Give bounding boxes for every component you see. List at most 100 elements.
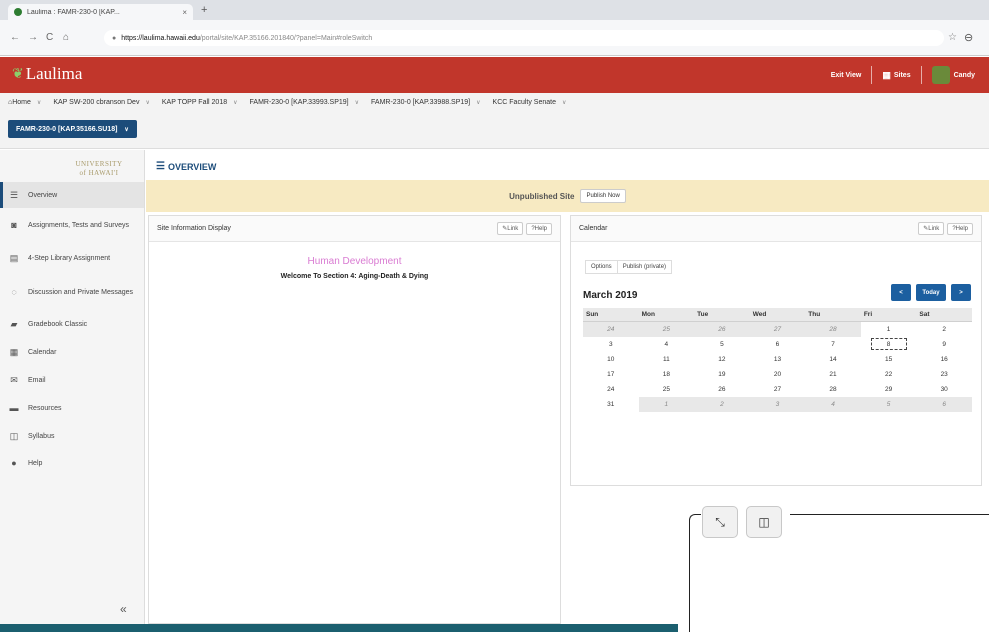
sidebar-item-assignments[interactable]: ◙ Assignments, Tests and Surveys	[0, 208, 144, 242]
site-tab[interactable]: KAP TOPP Fall 2018 ∨	[162, 99, 238, 106]
next-month-button[interactable]: >	[951, 284, 971, 301]
publish-now-button[interactable]: Publish Now	[580, 189, 626, 203]
browser-tab[interactable]: Laulima : FAMR-230-0 [KAP... ×	[8, 4, 193, 20]
calendar-week-row: 10 11 12 13 14 15 16	[583, 352, 972, 367]
calendar-day[interactable]: 11	[639, 352, 695, 367]
collapse-sidebar-button[interactable]: «	[120, 602, 127, 616]
calendar-day[interactable]: 10	[583, 352, 639, 367]
url-input[interactable]: ● https://laulima.hawaii.edu /portal/sit…	[104, 30, 944, 46]
calendar-day[interactable]: 14	[805, 352, 861, 367]
site-tab[interactable]: FAMR-230-0 [KAP.33993.SP19] ∨	[250, 99, 360, 106]
calendar-icon: ▦	[9, 346, 19, 357]
site-navigation: ⌂ Home ∨ KAP SW-200 cbranson Dev ∨ KAP TOPP…	[0, 93, 989, 149]
site-tab[interactable]: FAMR-230-0 [KAP.33988.SP19] ∨	[371, 99, 481, 106]
tab-options[interactable]: Options	[585, 260, 618, 274]
chevron-down-icon[interactable]: ∨	[562, 99, 566, 106]
calendar-day[interactable]: 9	[916, 337, 972, 352]
calendar-day[interactable]: 28	[805, 382, 861, 397]
tab-close-icon[interactable]: ×	[182, 8, 187, 17]
calendar-day[interactable]: 3	[583, 337, 639, 352]
avatar[interactable]	[931, 66, 950, 84]
chevron-down-icon[interactable]: ∨	[37, 99, 41, 106]
calendar-day[interactable]: 5	[694, 337, 750, 352]
calendar-day[interactable]: 27	[749, 321, 806, 337]
calendar-day[interactable]: 21	[805, 367, 861, 382]
calendar-day[interactable]: 25	[639, 382, 695, 397]
calendar-day[interactable]: 6	[750, 337, 806, 352]
chevron-down-icon[interactable]: ∨	[124, 126, 128, 133]
prev-month-button[interactable]: <	[891, 284, 911, 301]
help-button[interactable]: ?Help	[526, 222, 552, 235]
calendar-day-today[interactable]: 8	[861, 337, 917, 352]
new-tab-button[interactable]: +	[201, 4, 207, 16]
calendar-day[interactable]: 16	[916, 352, 972, 367]
site-tab[interactable]: KAP SW-200 cbranson Dev ∨	[53, 99, 150, 106]
sidebar-item-syllabus[interactable]: ◫ Syllabus	[0, 422, 144, 450]
chevron-down-icon[interactable]: ∨	[476, 99, 480, 106]
minimize-button[interactable]: ⤡	[702, 506, 738, 538]
calendar-day[interactable]: 17	[583, 367, 639, 382]
current-site-tab[interactable]: FAMR-230-0 [KAP.35166.SU18] ∨	[8, 120, 137, 138]
calendar-day[interactable]: 13	[750, 352, 806, 367]
calendar-day[interactable]: 31	[583, 397, 639, 412]
calendar-day[interactable]: 25	[638, 321, 695, 337]
calendar-day[interactable]: 4	[805, 396, 861, 412]
back-icon[interactable]: ←	[10, 32, 20, 43]
sidebar-item-library[interactable]: ▤ 4-Step Library Assignment	[0, 242, 144, 274]
sites-button[interactable]: Sites	[894, 72, 911, 79]
sidebar-item-calendar[interactable]: ▦ Calendar	[0, 338, 144, 366]
calendar-day[interactable]: 28	[805, 321, 861, 337]
sidebar-item-email[interactable]: ✉ Email	[0, 366, 144, 394]
calendar-day[interactable]: 26	[694, 321, 750, 337]
calendar-day[interactable]: 4	[639, 337, 695, 352]
sidebar-item-help[interactable]: ● Help	[0, 450, 144, 476]
split-view-button[interactable]: ◫	[746, 506, 782, 538]
today-button[interactable]: Today	[916, 284, 946, 301]
calendar-day[interactable]: 1	[638, 396, 695, 412]
reload-icon[interactable]: C	[46, 32, 53, 43]
user-name[interactable]: Candy	[954, 72, 975, 79]
calendar-day[interactable]: 3	[749, 396, 806, 412]
forward-icon[interactable]: →	[28, 32, 38, 43]
calendar-day[interactable]: 22	[861, 367, 917, 382]
profile-icon[interactable]: ⊖	[964, 31, 973, 44]
chevron-down-icon[interactable]: ∨	[233, 99, 237, 106]
calendar-day[interactable]: 24	[583, 382, 639, 397]
chevron-down-icon[interactable]: ∨	[355, 99, 359, 106]
site-tab-home[interactable]: ⌂ Home ∨	[8, 99, 41, 106]
calendar-day[interactable]: 29	[861, 382, 917, 397]
calendar-day[interactable]: 7	[805, 337, 861, 352]
site-tab[interactable]: KCC Faculty Senate ∨	[493, 99, 567, 106]
page-title: ☰ OVERVIEW	[156, 161, 216, 172]
calendar-day[interactable]: 1	[861, 322, 917, 337]
site-info-panel: Site Information Display ✎Link ?Help Hum…	[148, 215, 561, 624]
sidebar-item-gradebook[interactable]: ▰ Gradebook Classic	[0, 310, 144, 338]
calendar-day[interactable]: 30	[916, 382, 972, 397]
laulima-logo[interactable]: ❦ Laulima	[12, 64, 82, 84]
calendar-day[interactable]: 2	[916, 322, 972, 337]
sidebar-item-overview[interactable]: ☰ Overview	[0, 182, 144, 208]
calendar-day[interactable]: 5	[860, 396, 917, 412]
calendar-day[interactable]: 18	[639, 367, 695, 382]
calendar-day[interactable]: 20	[750, 367, 806, 382]
link-button[interactable]: ✎Link	[497, 222, 524, 235]
calendar-day[interactable]: 15	[861, 352, 917, 367]
bookmark-star-icon[interactable]: ☆	[948, 32, 957, 43]
calendar-day[interactable]: 27	[750, 382, 806, 397]
page-title-text: OVERVIEW	[167, 161, 217, 172]
help-button[interactable]: ?Help	[947, 222, 973, 235]
chevron-down-icon[interactable]: ∨	[145, 99, 149, 106]
sidebar-item-discussion[interactable]: ◌ Discussion and Private Messages	[0, 274, 144, 310]
calendar-day[interactable]: 24	[583, 321, 639, 337]
home-icon[interactable]: ⌂	[63, 32, 69, 43]
tab-publish[interactable]: Publish (private)	[617, 260, 673, 274]
calendar-day[interactable]: 2	[694, 396, 750, 412]
calendar-day[interactable]: 23	[916, 367, 972, 382]
sidebar-item-resources[interactable]: ▬ Resources	[0, 394, 144, 422]
calendar-day[interactable]: 6	[916, 396, 972, 412]
link-button[interactable]: ✎Link	[918, 222, 945, 235]
calendar-day[interactable]: 19	[694, 367, 750, 382]
exit-view-button[interactable]: Exit View	[831, 72, 862, 79]
calendar-day[interactable]: 26	[694, 382, 750, 397]
calendar-day[interactable]: 12	[694, 352, 750, 367]
